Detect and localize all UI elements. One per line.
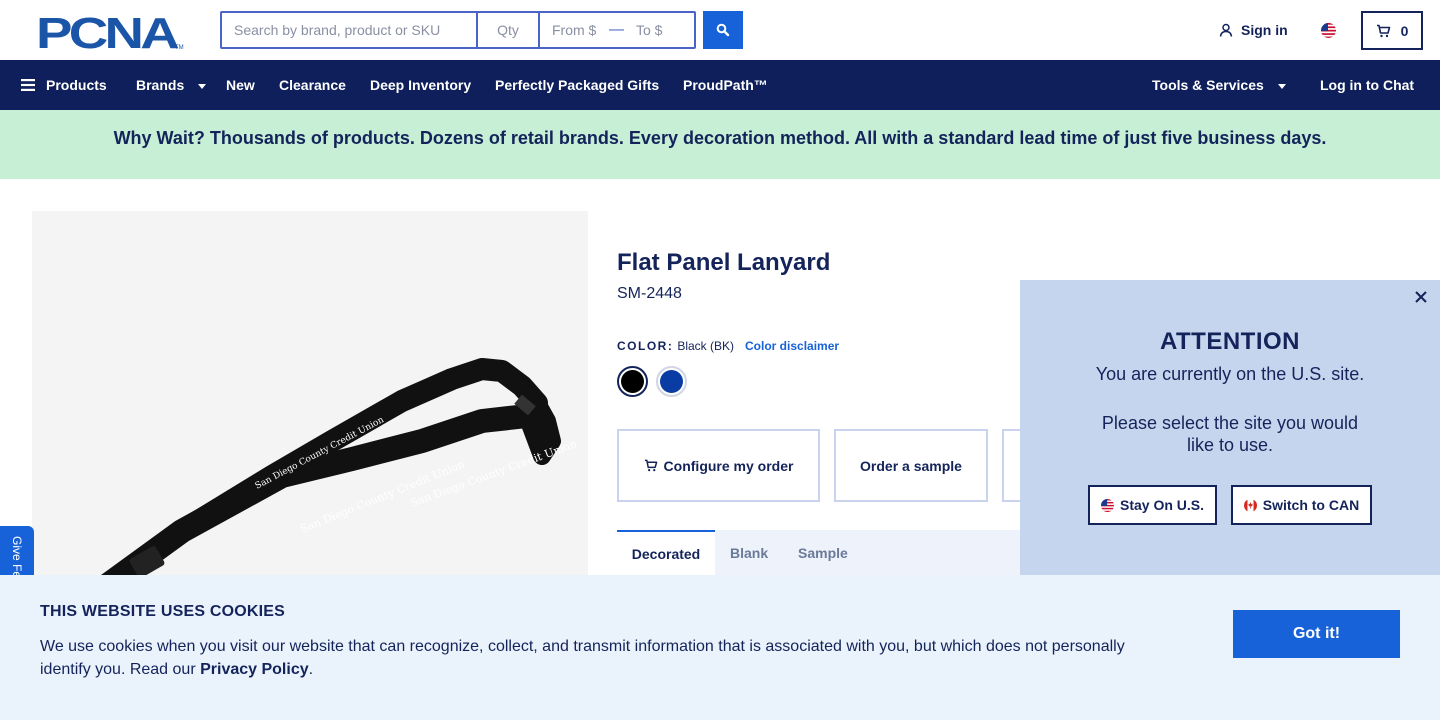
attention-instructions: Please select the site you would like to… <box>1101 413 1359 455</box>
nav-proudpath[interactable]: ProudPath™ <box>683 60 768 110</box>
caret-down-icon <box>198 83 207 89</box>
swatch-black[interactable] <box>617 366 648 397</box>
swatch-blue-dot <box>660 370 683 393</box>
price-separator: — <box>609 21 625 38</box>
swatch-royal-blue[interactable] <box>656 366 687 397</box>
switch-to-can-label: Switch to CAN <box>1262 497 1360 513</box>
nav-brands[interactable]: Brands <box>136 60 207 110</box>
search-button[interactable] <box>703 11 743 49</box>
attention-current-site: You are currently on the U.S. site. <box>1095 364 1365 384</box>
nav-perfectly-packaged-gifts[interactable]: Perfectly Packaged Gifts <box>495 60 659 110</box>
nav-new[interactable]: New <box>226 60 255 110</box>
color-disclaimer-link[interactable]: Color disclaimer <box>745 339 839 353</box>
tab-blank[interactable]: Blank <box>730 530 768 575</box>
order-sample-label: Order a sample <box>860 457 962 474</box>
nav-brands-label: Brands <box>136 77 185 93</box>
search-bar: — <box>220 11 696 49</box>
tab-decorated[interactable]: Decorated <box>617 530 715 575</box>
color-selector-label: COLOR: Black (BK) Color disclaimer <box>617 339 839 353</box>
privacy-policy-link[interactable]: Privacy Policy <box>200 661 309 678</box>
user-icon <box>1219 23 1233 37</box>
cookie-message: We use cookies when you visit our websit… <box>40 635 1160 681</box>
cart-button[interactable]: 0 <box>1361 11 1423 50</box>
cart-icon <box>644 459 657 472</box>
site-header: PCNA TM — Sign in <box>0 0 1440 60</box>
product-title: Flat Panel Lanyard <box>617 249 831 276</box>
us-flag-icon <box>1100 498 1114 512</box>
cart-icon <box>1376 24 1390 37</box>
us-flag-icon[interactable] <box>1321 23 1336 38</box>
close-popup-button[interactable] <box>1412 288 1430 306</box>
pcna-logo[interactable]: PCNA TM <box>36 9 184 58</box>
nav-tools-label: Tools & Services <box>1152 77 1264 93</box>
site-selection-popup: ATTENTION You are currently on the U.S. … <box>1020 280 1440 576</box>
color-value: Black (BK) <box>677 339 735 353</box>
main-nav: Products Brands New Clearance Deep Inven… <box>0 60 1440 110</box>
nav-products-label: Products <box>46 77 107 93</box>
search-input[interactable] <box>222 13 478 47</box>
stay-on-us-label: Stay On U.S. <box>1119 497 1205 513</box>
promo-banner: Why Wait? Thousands of products. Dozens … <box>0 110 1440 179</box>
nav-deep-inventory[interactable]: Deep Inventory <box>370 60 471 110</box>
product-sku: SM-2448 <box>617 285 682 302</box>
configure-order-button[interactable]: Configure my order <box>617 429 820 502</box>
price-to-input[interactable] <box>624 13 694 47</box>
nav-clearance[interactable]: Clearance <box>279 60 346 110</box>
swatch-black-dot <box>621 370 644 393</box>
give-feedback-tab[interactable]: Give Feedback <box>0 526 34 578</box>
quantity-input[interactable] <box>478 13 540 47</box>
stay-on-us-button[interactable]: Stay On U.S. <box>1088 485 1217 525</box>
caret-down-icon <box>1277 83 1286 89</box>
tab-sample[interactable]: Sample <box>798 530 848 575</box>
configure-order-label: Configure my order <box>663 457 794 474</box>
nav-log-in-to-chat[interactable]: Log in to Chat <box>1320 60 1414 110</box>
search-icon <box>716 23 730 37</box>
accept-cookies-button[interactable]: Got it! <box>1233 610 1400 658</box>
cookie-banner: THIS WEBSITE USES COOKIES We use cookies… <box>0 575 1440 720</box>
feedback-label: Give Feedback <box>10 536 24 578</box>
promo-text: Why Wait? Thousands of products. Dozens … <box>113 128 1327 148</box>
cookie-end: . <box>308 661 314 678</box>
color-label: COLOR: <box>617 339 674 353</box>
menu-icon <box>21 79 35 91</box>
logo-wordmark: PCNA <box>36 11 179 51</box>
close-icon <box>1415 291 1427 303</box>
product-image[interactable]: San Diego County Credit Union San Diego … <box>32 211 588 631</box>
price-from-input[interactable] <box>540 13 610 47</box>
lanyard-illustration: San Diego County Credit Union San Diego … <box>60 358 579 623</box>
cart-count: 0 <box>1400 22 1409 39</box>
attention-title: ATTENTION <box>1159 328 1301 355</box>
sign-in-label: Sign in <box>1241 22 1288 38</box>
nav-tools-services[interactable]: Tools & Services <box>1152 60 1286 110</box>
cookie-title: THIS WEBSITE USES COOKIES <box>40 603 286 620</box>
switch-to-can-button[interactable]: Switch to CAN <box>1231 485 1372 525</box>
nav-products[interactable]: Products <box>21 60 107 110</box>
order-sample-button[interactable]: Order a sample <box>834 429 988 502</box>
canada-flag-icon <box>1243 498 1257 512</box>
logo-trademark: TM <box>175 45 184 51</box>
sign-in-link[interactable]: Sign in <box>1219 22 1288 38</box>
